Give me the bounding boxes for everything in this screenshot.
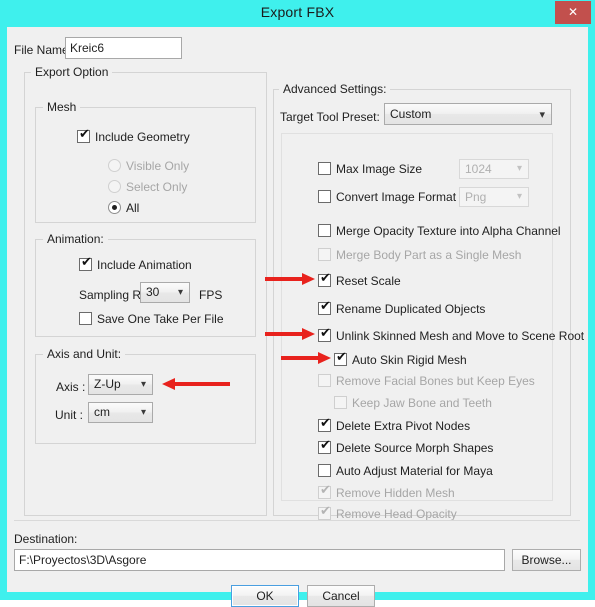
include-geometry-checkbox[interactable]: ✔ xyxy=(77,127,90,143)
checkbox-label-convert-image-format-to: Convert Image Format to xyxy=(336,190,470,204)
annotation-arrow xyxy=(265,273,315,285)
annotation-arrow-axis xyxy=(162,378,230,390)
checkbox-label-remove-facial-bones-but-keep-eyes: Remove Facial Bones but Keep Eyes xyxy=(336,374,535,388)
unit-combo[interactable]: cm ▾ xyxy=(88,402,153,423)
export-option-title: Export Option xyxy=(31,65,113,79)
checkbox-merge-opacity-texture-into-alpha-channel[interactable] xyxy=(318,224,331,237)
checkbox-label-auto-adjust-material-for-maya: Auto Adjust Material for Maya xyxy=(336,464,493,478)
check-icon: ✔ xyxy=(320,438,331,453)
checkbox-delete-source-morph-shapes[interactable]: ✔ xyxy=(318,438,331,454)
combo-max-image-size[interactable]: 1024 ▾ xyxy=(459,159,529,179)
mesh-group-title: Mesh xyxy=(43,100,81,114)
ok-button[interactable]: OK xyxy=(231,585,299,607)
combo-value: Png xyxy=(465,190,487,204)
dialog-client-area: File Name: Kreic6 Export Option Mesh ✔ I… xyxy=(7,27,588,607)
check-icon: ✔ xyxy=(320,326,331,341)
axis-unit-group xyxy=(35,354,256,444)
check-icon: ✔ xyxy=(336,350,347,365)
sampling-rate-value: 30 xyxy=(146,285,160,299)
checkbox-label-max-image-size: Max Image Size xyxy=(336,162,423,176)
checkbox-auto-skin-rigid-mesh[interactable]: ✔ xyxy=(334,350,347,366)
checkbox-auto-adjust-material-for-maya[interactable] xyxy=(318,464,331,477)
checkbox-convert-image-format-to[interactable] xyxy=(318,190,331,203)
chevron-down-icon: ▾ xyxy=(516,163,522,174)
checkbox-delete-extra-pivot-nodes[interactable]: ✔ xyxy=(318,416,331,432)
axis-value: Z-Up xyxy=(94,377,121,391)
checkbox-reset-scale[interactable]: ✔ xyxy=(318,271,331,287)
checkbox-label-remove-head-opacity: Remove Head Opacity xyxy=(336,507,457,521)
destination-label: Destination: xyxy=(14,532,78,546)
destination-input[interactable]: F:\Proyectos\3D\Asgore xyxy=(14,549,505,571)
chevron-down-icon: ▾ xyxy=(140,379,146,390)
checkbox-max-image-size[interactable] xyxy=(318,162,331,175)
checkbox-label-remove-hidden-mesh: Remove Hidden Mesh xyxy=(336,486,455,500)
sampling-rate-combo[interactable]: 30 ▾ xyxy=(140,282,190,303)
checkbox-label-merge-body-part-as-a-single-mesh: Merge Body Part as a Single Mesh xyxy=(336,248,522,262)
chevron-down-icon: ▾ xyxy=(140,407,146,418)
chevron-down-icon: ▾ xyxy=(177,287,183,298)
combo-convert-image-format-to[interactable]: Png ▾ xyxy=(459,187,529,207)
target-tool-preset-label: Target Tool Preset: xyxy=(280,110,380,124)
file-name-label: File Name: xyxy=(14,43,73,57)
chevron-down-icon: ▾ xyxy=(516,191,522,202)
axis-combo[interactable]: Z-Up ▾ xyxy=(88,374,153,395)
divider xyxy=(14,520,580,521)
save-one-take-checkbox[interactable] xyxy=(79,312,92,325)
include-animation-checkbox[interactable]: ✔ xyxy=(79,255,92,271)
check-icon: ✔ xyxy=(81,255,92,270)
axis-unit-group-title: Axis and Unit: xyxy=(43,347,126,361)
checkbox-remove-head-opacity[interactable]: ✔ xyxy=(318,504,331,520)
include-geometry-label: Include Geometry xyxy=(95,130,190,144)
checkbox-remove-hidden-mesh[interactable]: ✔ xyxy=(318,483,331,499)
check-icon: ✔ xyxy=(320,416,331,431)
checkbox-label-auto-skin-rigid-mesh: Auto Skin Rigid Mesh xyxy=(352,353,467,367)
target-tool-preset-combo[interactable]: Custom ▾ xyxy=(384,103,552,125)
checkbox-remove-facial-bones-but-keep-eyes[interactable] xyxy=(318,374,331,387)
radio-select-only-label: Select Only xyxy=(126,180,188,194)
checkbox-label-rename-duplicated-objects: Rename Duplicated Objects xyxy=(336,302,486,316)
check-icon: ✔ xyxy=(79,127,90,142)
checkbox-rename-duplicated-objects[interactable]: ✔ xyxy=(318,299,331,315)
radio-dot-icon xyxy=(112,205,117,210)
check-icon: ✔ xyxy=(320,504,331,519)
title-bar: Export FBX ✕ xyxy=(0,0,595,27)
target-tool-preset-value: Custom xyxy=(390,107,432,121)
fps-label: FPS xyxy=(199,288,223,302)
checkbox-label-merge-opacity-texture-into-alpha-channel: Merge Opacity Texture into Alpha Channel xyxy=(336,224,561,238)
save-one-take-label: Save One Take Per File xyxy=(97,312,224,326)
axis-label: Axis : xyxy=(56,380,86,394)
checkbox-label-unlink-skinned-mesh-and-move-to-scene-root: Unlink Skinned Mesh and Move to Scene Ro… xyxy=(336,329,585,343)
annotation-arrow xyxy=(265,328,315,340)
file-name-input[interactable]: Kreic6 xyxy=(65,37,182,59)
checkbox-keep-jaw-bone-and-teeth[interactable] xyxy=(334,396,347,409)
radio-all[interactable] xyxy=(108,201,121,214)
browse-button[interactable]: Browse... xyxy=(512,549,581,571)
combo-value: 1024 xyxy=(465,162,492,176)
radio-visible-only[interactable] xyxy=(108,159,121,172)
radio-all-label: All xyxy=(126,201,140,215)
checkbox-label-delete-source-morph-shapes: Delete Source Morph Shapes xyxy=(336,441,494,455)
check-icon: ✔ xyxy=(320,483,331,498)
unit-value: cm xyxy=(94,405,110,419)
export-fbx-window: Export FBX ✕ File Name: Kreic6 Export Op… xyxy=(0,0,595,607)
check-icon: ✔ xyxy=(320,271,331,286)
radio-visible-only-label: Visible Only xyxy=(126,159,190,173)
cancel-button[interactable]: Cancel xyxy=(307,585,375,607)
checkbox-merge-body-part-as-a-single-mesh[interactable] xyxy=(318,248,331,261)
checkbox-label-reset-scale: Reset Scale xyxy=(336,274,401,288)
chevron-down-icon: ▾ xyxy=(539,108,545,121)
checkbox-unlink-skinned-mesh-and-move-to-scene-root[interactable]: ✔ xyxy=(318,326,331,342)
annotation-arrow xyxy=(281,352,331,364)
window-title: Export FBX xyxy=(260,4,335,20)
close-icon[interactable]: ✕ xyxy=(555,1,591,24)
animation-group-title: Animation: xyxy=(43,232,108,246)
check-icon: ✔ xyxy=(320,299,331,314)
checkbox-label-delete-extra-pivot-nodes: Delete Extra Pivot Nodes xyxy=(336,419,471,433)
checkbox-label-keep-jaw-bone-and-teeth: Keep Jaw Bone and Teeth xyxy=(352,396,492,410)
advanced-settings-title: Advanced Settings: xyxy=(279,82,391,96)
unit-label: Unit : xyxy=(55,408,84,422)
radio-select-only[interactable] xyxy=(108,180,121,193)
include-animation-label: Include Animation xyxy=(97,258,192,272)
